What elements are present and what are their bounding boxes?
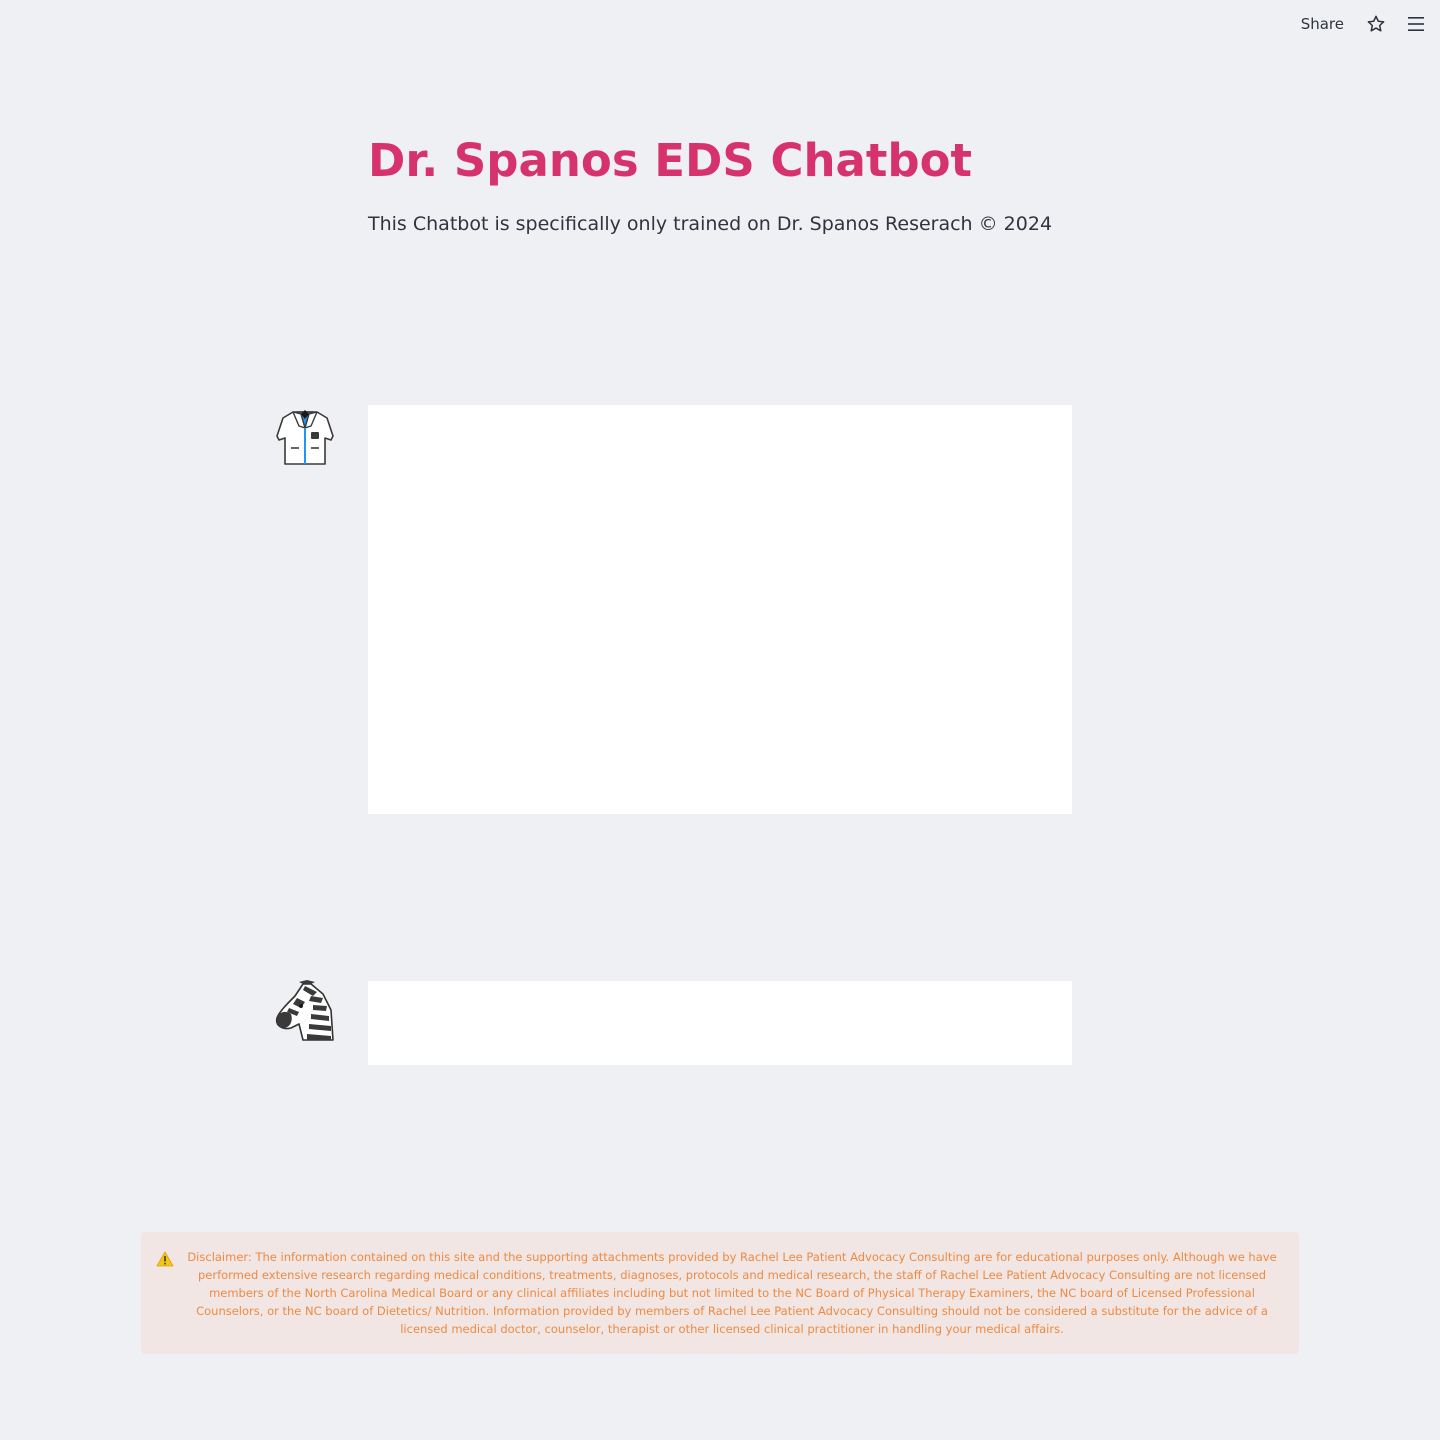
disclaimer-alert: Disclaimer: The information contained on… <box>141 1232 1299 1354</box>
warning-icon <box>156 1251 174 1267</box>
page-title: Dr. Spanos EDS Chatbot <box>368 134 973 187</box>
assistant-message-panel <box>368 405 1072 814</box>
page-subtitle: This Chatbot is specifically only traine… <box>368 213 1053 235</box>
user-message-panel <box>368 981 1072 1065</box>
zebra-icon <box>275 980 334 1041</box>
hamburger-menu-icon[interactable] <box>1408 15 1424 33</box>
doctor-coat-icon <box>276 410 334 465</box>
app-page: Share Dr. Spanos EDS Chatbot This Chatbo… <box>0 0 1440 1440</box>
share-button[interactable]: Share <box>1289 14 1356 34</box>
star-icon[interactable] <box>1366 14 1386 34</box>
disclaimer-text: Disclaimer: The information contained on… <box>187 1250 1277 1336</box>
